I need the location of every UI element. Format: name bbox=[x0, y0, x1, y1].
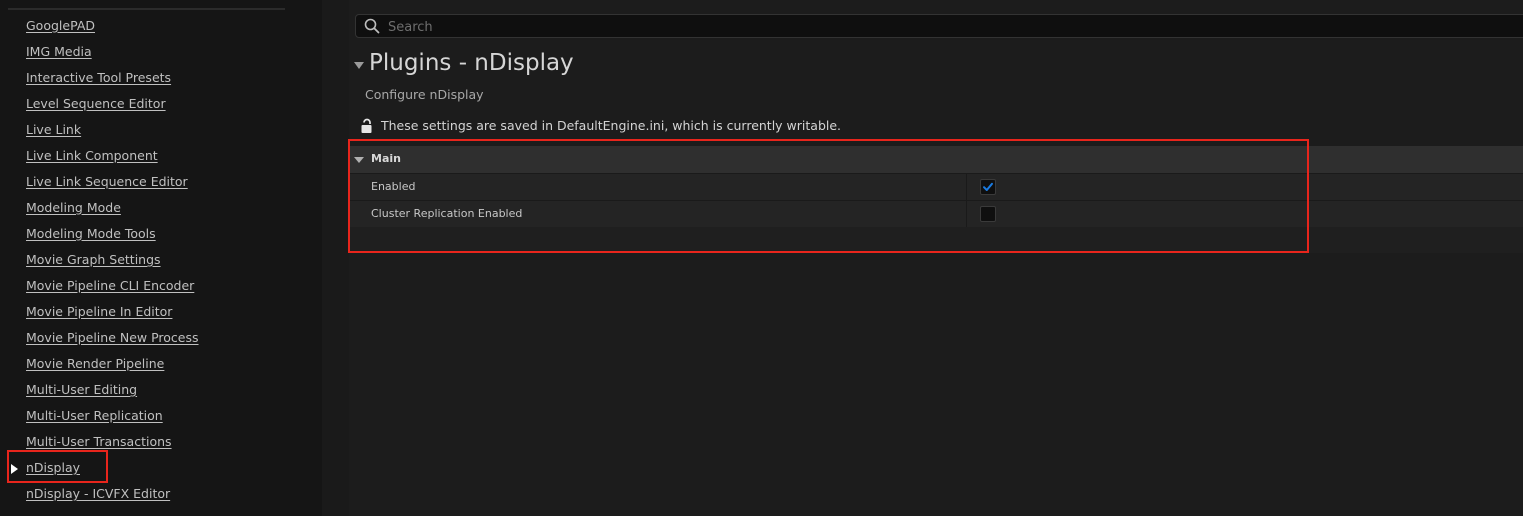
sidebar-item-modeling-mode[interactable]: Modeling Mode bbox=[0, 196, 322, 222]
sidebar-item-label: Movie Graph Settings bbox=[26, 252, 161, 267]
sidebar-item-label: Live Link Component bbox=[26, 148, 158, 163]
sidebar-item-googlepad[interactable]: GooglePAD bbox=[0, 14, 322, 40]
sidebar-item-label: Movie Pipeline New Process bbox=[26, 330, 199, 345]
sidebar-item-label: Movie Pipeline CLI Encoder bbox=[26, 278, 195, 293]
config-notice: These settings are saved in DefaultEngin… bbox=[359, 117, 1059, 135]
sidebar-item-label: Interactive Tool Presets bbox=[26, 70, 172, 85]
sidebar-item-label: Modeling Mode Tools bbox=[26, 226, 156, 241]
cluster-replication-checkbox[interactable] bbox=[980, 206, 996, 222]
property-label: Enabled bbox=[371, 180, 416, 193]
section-footer bbox=[349, 227, 1523, 253]
sidebar-item-label: GooglePAD bbox=[26, 18, 95, 33]
sidebar-item-multi-user-replication[interactable]: Multi-User Replication bbox=[0, 404, 322, 430]
page-subtitle: Configure nDisplay bbox=[365, 87, 484, 102]
sidebar-item-movie-pipeline-new-process[interactable]: Movie Pipeline New Process bbox=[0, 326, 322, 352]
page-title: Plugins - nDisplay bbox=[369, 50, 574, 76]
config-notice-text: These settings are saved in DefaultEngin… bbox=[381, 118, 842, 133]
sidebar-item-interactive-tool-presets[interactable]: Interactive Tool Presets bbox=[0, 66, 322, 92]
enabled-checkbox[interactable] bbox=[980, 179, 996, 195]
details-panel: Plugins - nDisplay Configure nDisplay Th… bbox=[349, 0, 1523, 516]
section-header-main[interactable]: Main bbox=[349, 146, 1523, 173]
sidebar-item-label: Multi-User Editing bbox=[26, 382, 138, 397]
unlocked-lock-icon bbox=[361, 118, 372, 133]
sidebar-item-label: nDisplay - ICVFX Editor bbox=[26, 486, 171, 501]
search-icon bbox=[364, 18, 380, 34]
collapse-arrow-icon[interactable] bbox=[354, 157, 364, 163]
sidebar-item-label: Modeling Mode bbox=[26, 200, 121, 215]
sidebar-item-movie-render-pipeline[interactable]: Movie Render Pipeline bbox=[0, 352, 322, 378]
column-splitter[interactable] bbox=[966, 174, 967, 200]
sidebar-item-multi-user-transactions[interactable]: Multi-User Transactions bbox=[0, 430, 322, 456]
sidebar-item-label: Movie Pipeline In Editor bbox=[26, 304, 173, 319]
property-label: Cluster Replication Enabled bbox=[371, 207, 523, 220]
collapse-arrow-icon[interactable] bbox=[354, 62, 364, 69]
sidebar-item-live-link[interactable]: Live Link bbox=[0, 118, 322, 144]
sidebar-item-label: Multi-User Transactions bbox=[26, 434, 172, 449]
sidebar-item-movie-graph-settings[interactable]: Movie Graph Settings bbox=[0, 248, 322, 274]
sidebar-item-label: nDisplay bbox=[26, 460, 80, 475]
sidebar-divider-line bbox=[8, 8, 285, 10]
sidebar-item-ndisplay[interactable]: nDisplay bbox=[0, 456, 322, 482]
sidebar-item-label: Level Sequence Editor bbox=[26, 96, 166, 111]
sidebar-list: GooglePAD IMG Media Interactive Tool Pre… bbox=[0, 14, 322, 508]
sidebar-item-ndisplay-icvfx-editor[interactable]: nDisplay - ICVFX Editor bbox=[0, 482, 322, 508]
sidebar-item-label: IMG Media bbox=[26, 44, 92, 59]
page-title-row[interactable]: Plugins - nDisplay bbox=[349, 50, 949, 80]
play-arrow-icon bbox=[11, 464, 18, 474]
property-row-enabled: Enabled bbox=[349, 173, 1523, 200]
sidebar-item-label: Live Link Sequence Editor bbox=[26, 174, 188, 189]
property-row-cluster-replication: Cluster Replication Enabled bbox=[349, 200, 1523, 227]
sidebar-item-live-link-component[interactable]: Live Link Component bbox=[0, 144, 322, 170]
sidebar-item-multi-user-editing[interactable]: Multi-User Editing bbox=[0, 378, 322, 404]
sidebar-item-label: Live Link bbox=[26, 122, 82, 137]
sidebar-item-label: Multi-User Replication bbox=[26, 408, 163, 423]
checkmark-icon bbox=[983, 182, 993, 191]
sidebar-item-img-media[interactable]: IMG Media bbox=[0, 40, 322, 66]
sidebar-item-movie-pipeline-cli-encoder[interactable]: Movie Pipeline CLI Encoder bbox=[0, 274, 322, 300]
panel-splitter[interactable] bbox=[322, 0, 349, 516]
sidebar-item-movie-pipeline-in-editor[interactable]: Movie Pipeline In Editor bbox=[0, 300, 322, 326]
sidebar-item-modeling-mode-tools[interactable]: Modeling Mode Tools bbox=[0, 222, 322, 248]
settings-sidebar: GooglePAD IMG Media Interactive Tool Pre… bbox=[0, 0, 322, 516]
column-splitter[interactable] bbox=[966, 201, 967, 227]
section-title: Main bbox=[371, 152, 401, 165]
search-box[interactable] bbox=[355, 14, 1523, 39]
search-input[interactable] bbox=[386, 15, 1190, 39]
sidebar-item-live-link-sequence-editor[interactable]: Live Link Sequence Editor bbox=[0, 170, 322, 196]
sidebar-item-label: Movie Render Pipeline bbox=[26, 356, 165, 371]
sidebar-item-level-sequence-editor[interactable]: Level Sequence Editor bbox=[0, 92, 322, 118]
